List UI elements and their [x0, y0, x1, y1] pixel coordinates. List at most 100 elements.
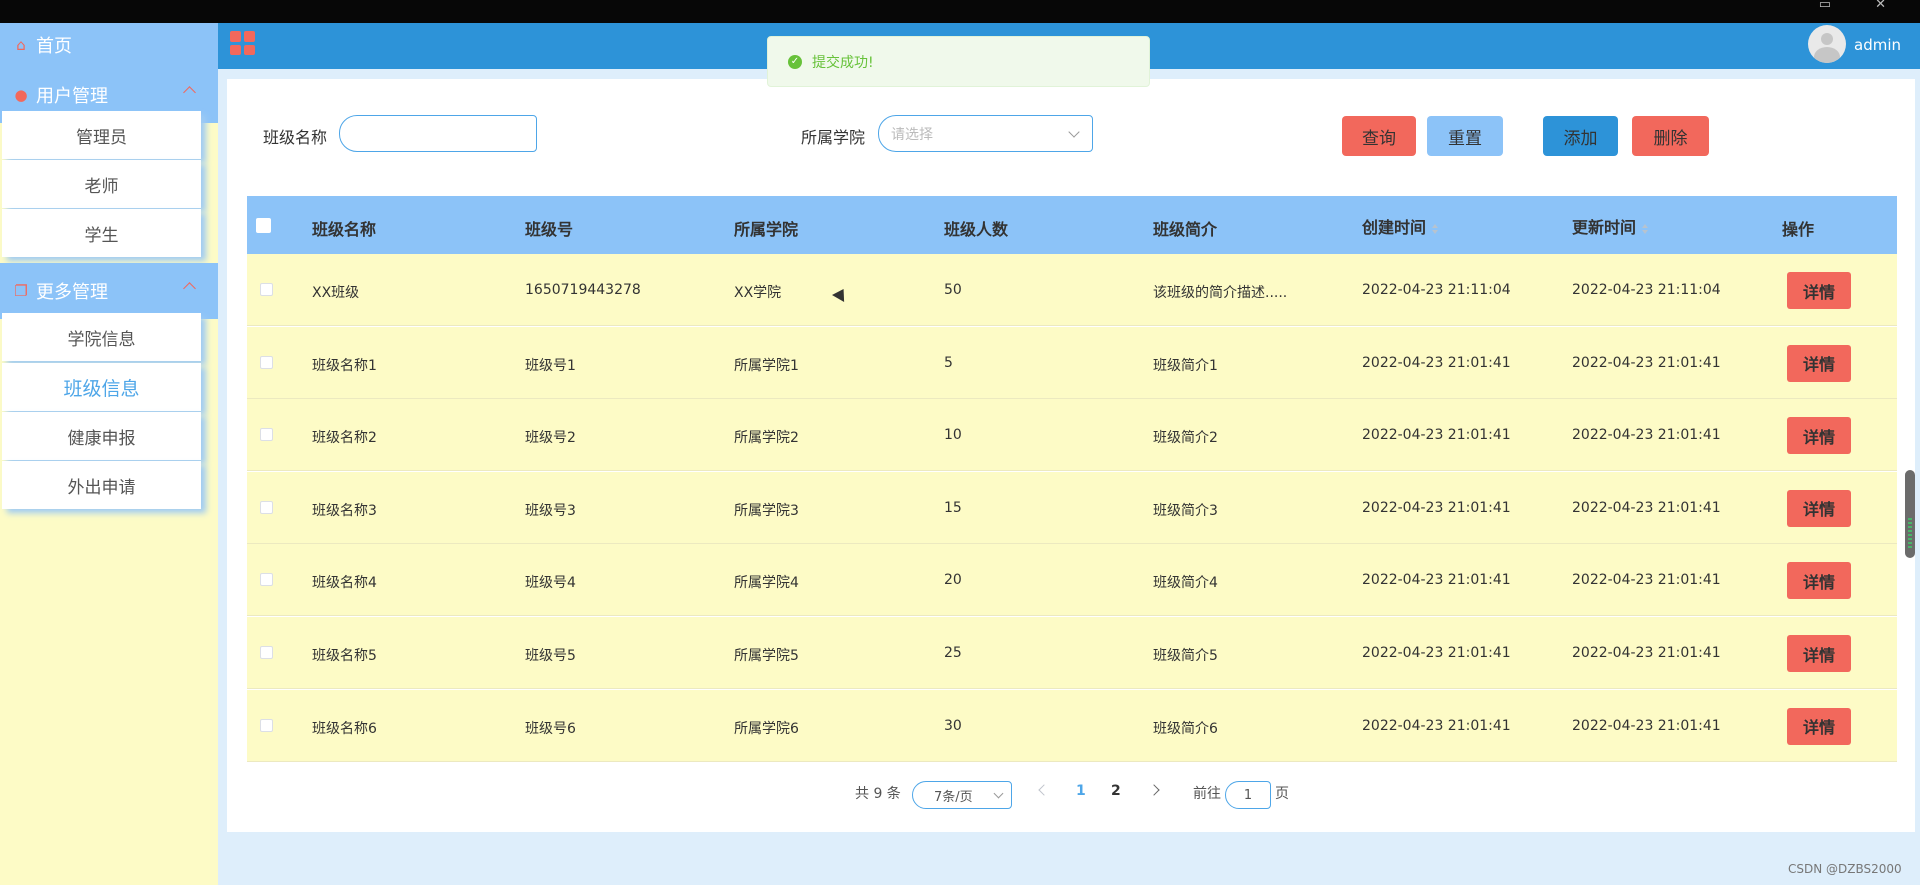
table-cell: 所属学院5 — [734, 648, 799, 664]
sidebar-group-more-management[interactable]: ❐ 更多管理 — [0, 263, 218, 319]
column-header: 班级号 — [525, 220, 574, 239]
table-cell: 班级简介1 — [1153, 357, 1218, 374]
table-cell: 班级名称3 — [312, 502, 377, 519]
table-cell: 2022-04-23 21:01:41 — [1362, 354, 1511, 371]
table-cell: 班级简介4 — [1153, 575, 1218, 592]
table-cell: XX学院 — [734, 285, 782, 301]
table-cell: 班级名称1 — [312, 357, 377, 374]
table-cell: 班级简介6 — [1153, 720, 1218, 737]
table-cell: 班级号4 — [525, 575, 576, 592]
table-cell: 班级名称5 — [312, 648, 377, 664]
vertical-scrollbar[interactable] — [1905, 470, 1915, 558]
goto-page-input[interactable]: 1 — [1225, 781, 1271, 809]
table-cell: 班级号1 — [525, 357, 576, 374]
sidebar-item-teacher[interactable]: 老师 — [2, 160, 201, 208]
table-cell: 所属学院4 — [734, 575, 799, 592]
table-cell: 2022-04-23 21:11:04 — [1362, 282, 1511, 298]
row-checkbox[interactable] — [260, 428, 273, 442]
table-cell: 2022-04-23 21:01:41 — [1572, 645, 1721, 661]
detail-button[interactable]: 详情 — [1787, 344, 1851, 382]
row-checkbox[interactable] — [260, 718, 273, 732]
detail-button[interactable]: 详情 — [1787, 562, 1851, 600]
chevron-up-icon — [183, 86, 196, 99]
watermark: CSDN @DZBS2000 — [1788, 862, 1902, 876]
table-cell: 班级号6 — [525, 720, 576, 737]
column-header-sortable[interactable]: 创建时间 — [1362, 214, 1439, 238]
sidebar-item-admin[interactable]: 管理员 — [2, 111, 201, 159]
sidebar: ⌂ 首页 ● 用户管理 管理员 老师 学生 ❐ 更多管理 学院信息 班级信息 健… — [0, 23, 218, 885]
detail-button[interactable]: 详情 — [1787, 417, 1851, 455]
page-number-active[interactable]: 1 — [1076, 783, 1086, 799]
page-size-value: 7条/页 — [934, 789, 973, 805]
table-cell: 2022-04-23 21:01:41 — [1362, 572, 1511, 589]
table-cell: 班级简介5 — [1153, 648, 1218, 664]
table-cell: 该班级的简介描述..... — [1153, 285, 1288, 301]
sidebar-item-health-report[interactable]: 健康申报 — [2, 412, 201, 460]
table-row: 班级名称1 班级号1 所属学院1 5 班级简介1 2022-04-23 21:01:41 2… — [247, 326, 1897, 399]
add-button[interactable]: 添加 — [1543, 116, 1618, 156]
select-all-checkbox[interactable] — [256, 218, 271, 233]
username[interactable]: admin — [1854, 36, 1901, 54]
page-size-select[interactable]: 7条/页 — [912, 781, 1012, 809]
table-cell: 2022-04-23 21:01:41 — [1572, 427, 1721, 444]
detail-button[interactable]: 详情 — [1787, 272, 1851, 309]
detail-button[interactable]: 详情 — [1787, 635, 1851, 672]
table-cell: 班级简介3 — [1153, 502, 1218, 519]
sidebar-home-label: 首页 — [36, 36, 72, 57]
table-cell: 5 — [944, 354, 953, 371]
column-header: 班级名称 — [312, 220, 377, 239]
toast-message: 提交成功! — [812, 54, 874, 71]
college-select[interactable]: 请选择 — [878, 115, 1093, 152]
sort-icon[interactable] — [1432, 223, 1439, 234]
table-cell: 15 — [944, 499, 962, 516]
table-cell: 2022-04-23 21:01:41 — [1362, 717, 1511, 734]
column-header-label: 创建时间 — [1362, 218, 1427, 237]
table-cell: 2022-04-23 21:01:41 — [1362, 499, 1511, 516]
class-name-input[interactable] — [339, 115, 537, 152]
chevron-down-icon — [1068, 126, 1080, 138]
search-button[interactable]: 查询 — [1342, 116, 1416, 156]
row-checkbox[interactable] — [260, 573, 273, 587]
check-circle-icon: ✓ — [788, 54, 802, 69]
table-cell: 班级简介2 — [1153, 430, 1218, 447]
sidebar-item-student[interactable]: 学生 — [2, 209, 201, 257]
table-cell: 1650719443278 — [525, 282, 641, 298]
table-cell: 所属学院3 — [734, 502, 799, 519]
table-cell: 30 — [944, 717, 962, 734]
table-cell: 2022-04-23 21:01:41 — [1572, 499, 1721, 516]
delete-button[interactable]: 删除 — [1632, 116, 1709, 156]
sidebar-home[interactable]: ⌂ 首页 — [0, 23, 218, 67]
user-icon: ● — [14, 86, 28, 104]
college-select-placeholder: 请选择 — [891, 126, 933, 143]
table-row: XX班级 1650719443278 XX学院 50 该班级的简介描述..... 2022… — [247, 254, 1897, 326]
avatar[interactable] — [1808, 25, 1846, 63]
sort-icon[interactable] — [1642, 223, 1649, 234]
chevron-up-icon — [183, 282, 196, 295]
row-checkbox[interactable] — [260, 355, 273, 369]
table-cell: 所属学院2 — [734, 430, 799, 447]
reset-button[interactable]: 重置 — [1427, 116, 1503, 156]
column-header: 班级人数 — [944, 220, 1009, 239]
sidebar-item-leave-request[interactable]: 外出申请 — [2, 461, 201, 509]
sidebar-item-class-info[interactable]: 班级信息 — [2, 363, 201, 411]
table-cell: 2022-04-23 21:01:41 — [1572, 354, 1721, 371]
success-toast: ✓ 提交成功! — [767, 36, 1150, 87]
detail-button[interactable]: 详情 — [1787, 489, 1851, 527]
row-checkbox[interactable] — [260, 283, 273, 296]
column-header-sortable[interactable]: 更新时间 — [1572, 214, 1649, 238]
table-cell: XX班级 — [312, 285, 360, 301]
row-checkbox[interactable] — [260, 500, 273, 514]
window-titlebar: ▭ ✕ — [0, 0, 1920, 23]
column-header: 班级简介 — [1153, 220, 1218, 239]
window-controls-icon[interactable]: ▭ ✕ — [1819, 0, 1906, 11]
goto-suffix: 页 — [1275, 786, 1289, 802]
chevron-down-icon — [993, 788, 1004, 799]
row-checkbox[interactable] — [260, 646, 273, 659]
detail-button[interactable]: 详情 — [1787, 707, 1851, 745]
table-cell: 2022-04-23 21:11:04 — [1572, 282, 1721, 298]
table-cell: 班级名称4 — [312, 575, 377, 592]
sidebar-item-college-info[interactable]: 学院信息 — [2, 313, 201, 361]
page-number[interactable]: 2 — [1111, 783, 1121, 799]
table-cell: 20 — [944, 572, 962, 589]
table-row: 班级名称6 班级号6 所属学院6 30 班级简介6 2022-04-23 21:01:41… — [247, 689, 1897, 762]
